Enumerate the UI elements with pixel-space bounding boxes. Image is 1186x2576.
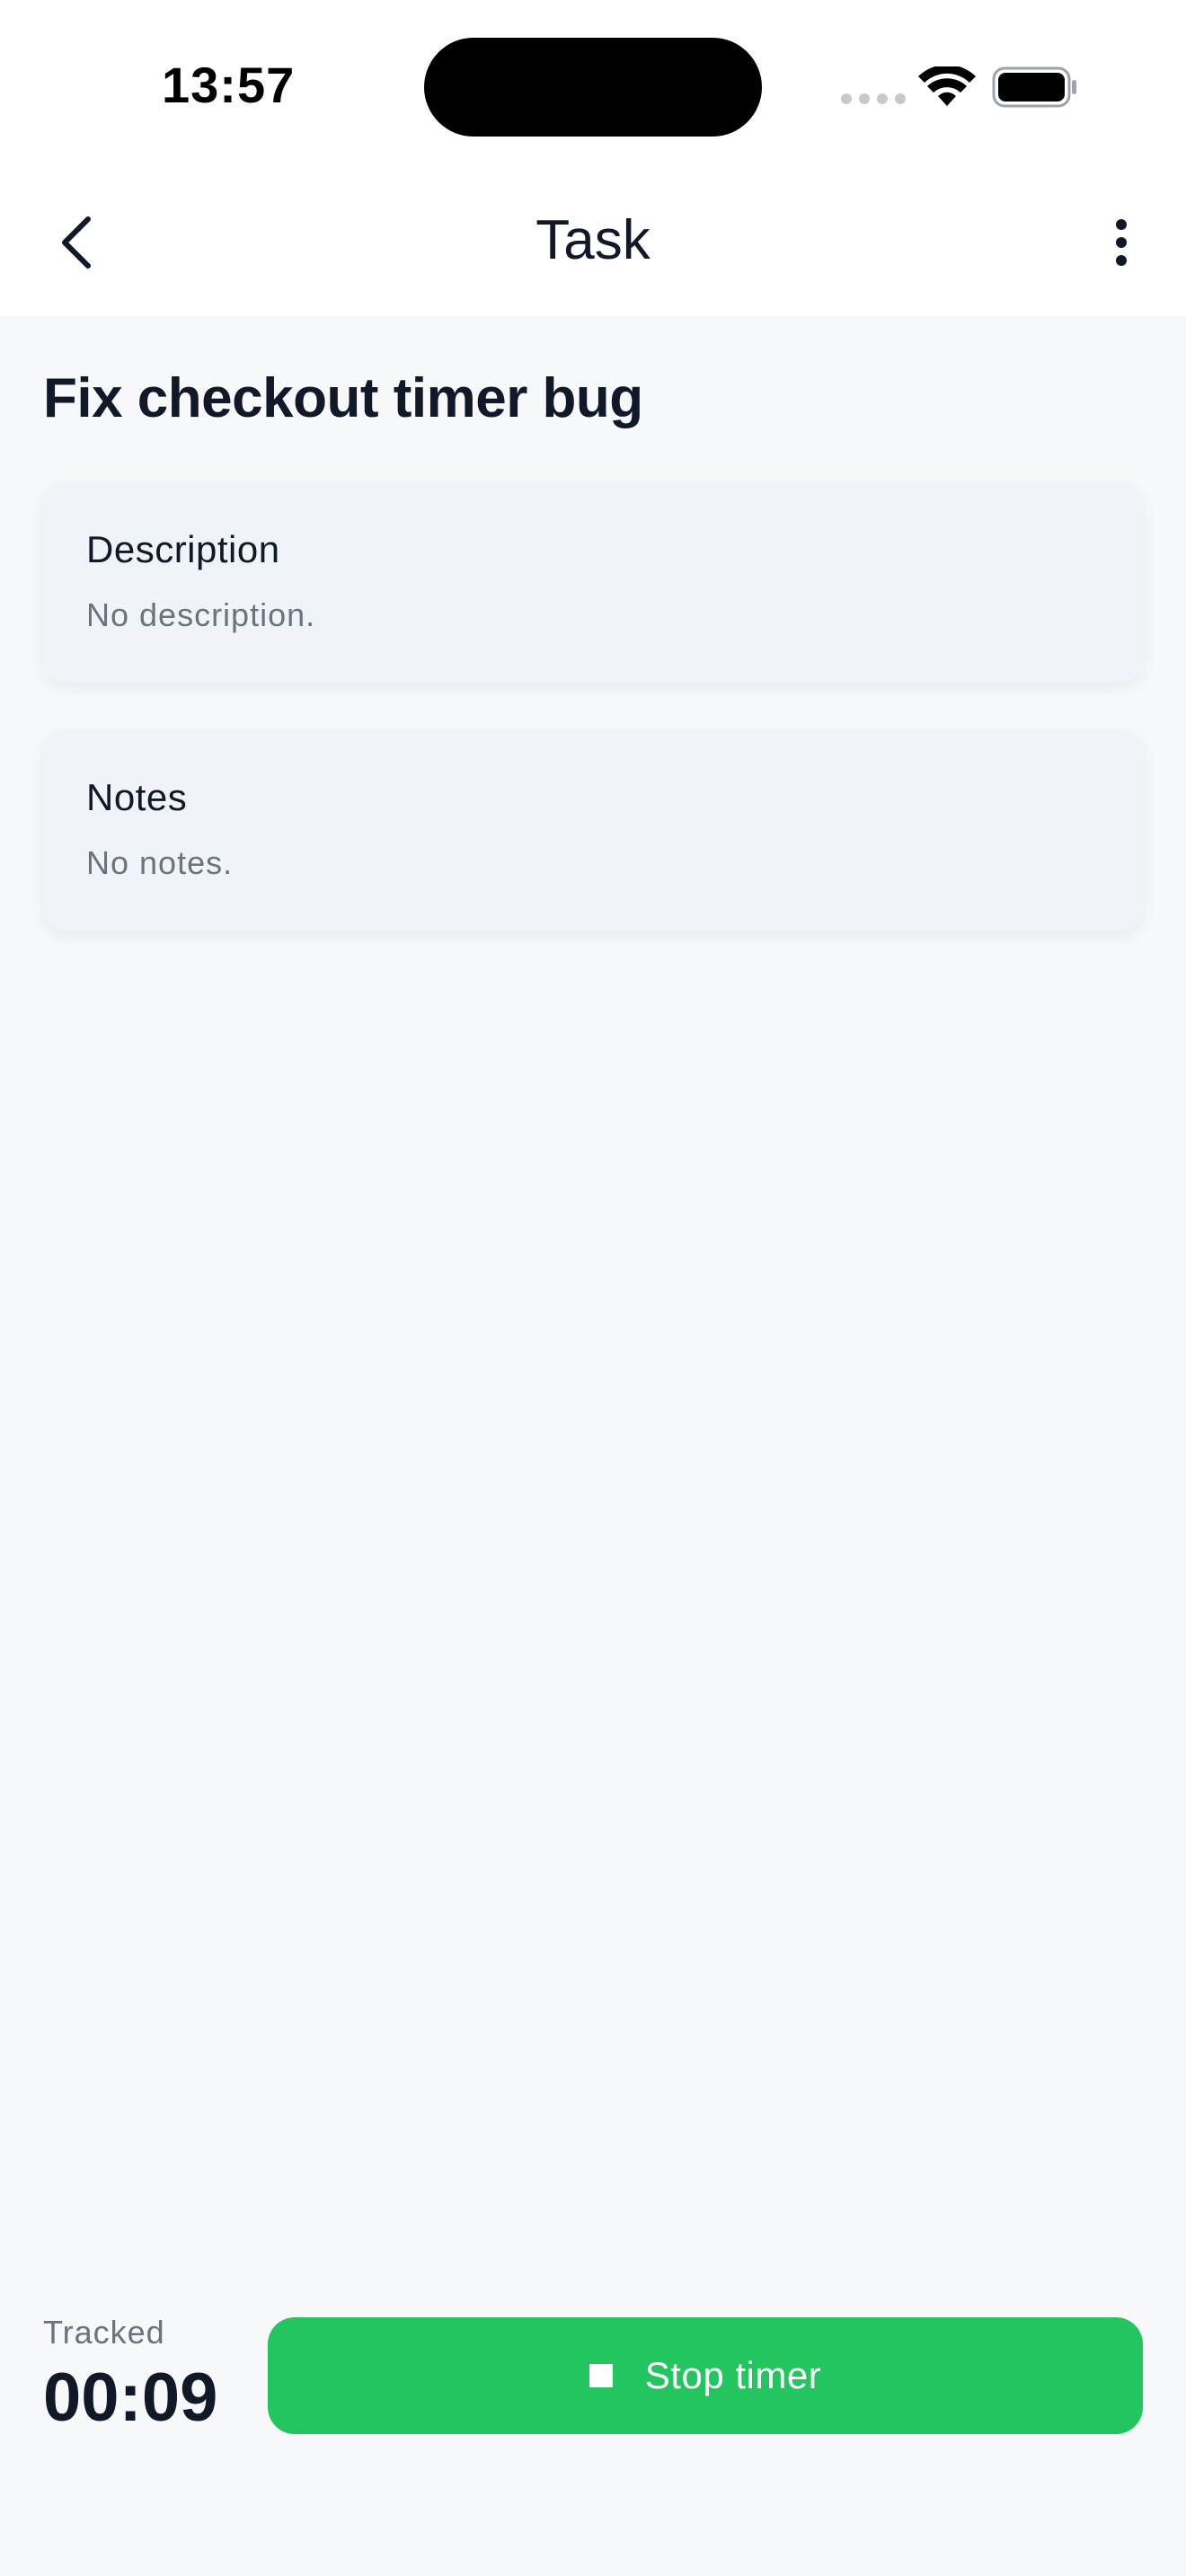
more-options-button[interactable] [1085, 207, 1157, 278]
dynamic-island [424, 38, 762, 137]
wifi-icon [918, 66, 976, 106]
vertical-ellipsis-icon [1116, 219, 1127, 266]
tracked-time: 00:09 [43, 2360, 218, 2436]
description-title: Description [86, 528, 280, 570]
nav-title: Task [535, 209, 651, 271]
notes-title: Notes [86, 776, 188, 818]
stop-timer-button[interactable]: Stop timer [268, 2317, 1143, 2434]
battery-icon [992, 66, 1076, 108]
nav-bar: Task [0, 171, 1186, 316]
task-title: Fix checkout timer bug [43, 367, 643, 429]
notes-card[interactable]: Notes No notes. [43, 729, 1143, 931]
status-bar: 13:57 [0, 0, 1186, 171]
stop-square-icon [589, 2364, 613, 2387]
description-body: No description. [86, 596, 316, 633]
description-card[interactable]: Description No description. [43, 481, 1143, 683]
cellular-signal-icon [841, 93, 906, 104]
notes-body: No notes. [86, 844, 234, 881]
tracked-label: Tracked [43, 2314, 165, 2351]
status-time: 13:57 [162, 57, 296, 113]
stop-timer-label: Stop timer [644, 2354, 822, 2396]
